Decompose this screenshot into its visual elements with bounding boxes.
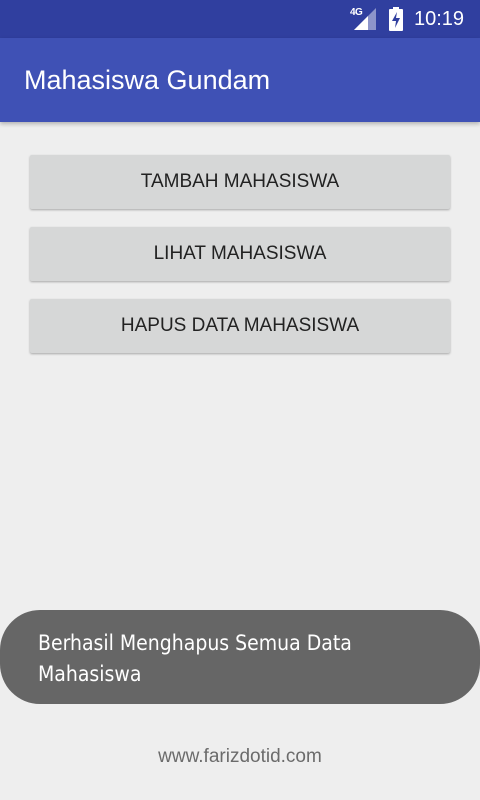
status-clock: 10:19 bbox=[414, 8, 465, 30]
hapus-data-mahasiswa-button[interactable]: HAPUS DATA MAHASISWA bbox=[30, 299, 450, 353]
status-bar: 4G 10:19 bbox=[0, 0, 480, 38]
lihat-mahasiswa-button[interactable]: LIHAT MAHASISWA bbox=[30, 227, 450, 281]
toast-text-line-2: Mahasiswa bbox=[38, 662, 142, 686]
footer-url: www.farizdotid.com bbox=[158, 746, 322, 767]
signal-icon bbox=[354, 8, 376, 35]
toast-text-line-1: Berhasil Menghapus Semua Data bbox=[38, 631, 352, 655]
app-screen: 4G 10:19 Mahasiswa Gundam TAMBAH MAHASIS… bbox=[0, 0, 480, 800]
app-toolbar: Mahasiswa Gundam bbox=[0, 38, 480, 122]
battery-charging-icon bbox=[388, 7, 404, 36]
app-title: Mahasiswa Gundam bbox=[24, 65, 271, 95]
toast-message: Berhasil Menghapus Semua Data Mahasiswa bbox=[0, 610, 480, 704]
tambah-mahasiswa-button[interactable]: TAMBAH MAHASISWA bbox=[30, 155, 450, 209]
